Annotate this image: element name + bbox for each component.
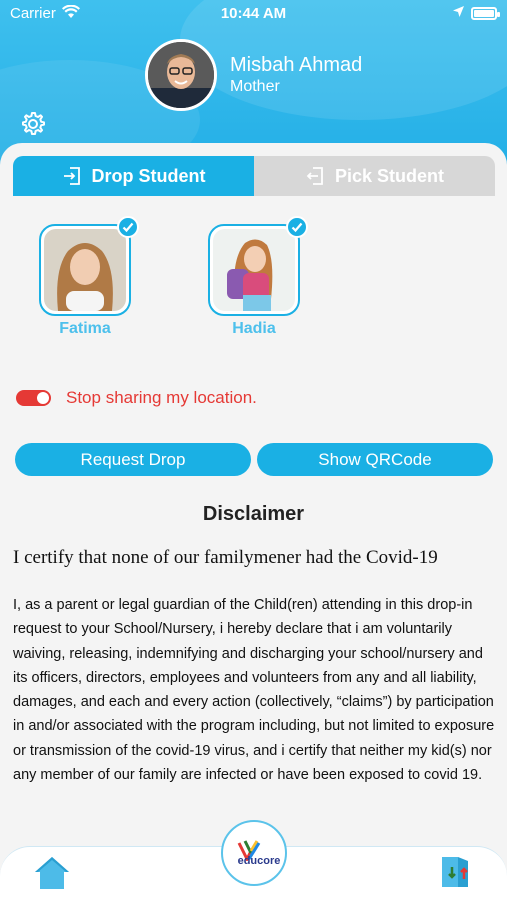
mode-tabs: Drop Student Pick Student <box>13 156 495 196</box>
home-icon[interactable] <box>33 855 71 891</box>
location-sharing-label: Stop sharing my location. <box>66 388 257 407</box>
logout-icon <box>306 167 323 185</box>
disclaimer-body: I, as a parent or legal guardian of the … <box>13 597 495 784</box>
checkmark-icon <box>117 216 139 238</box>
student-photo <box>208 216 308 316</box>
exit-door-icon[interactable] <box>438 853 474 889</box>
educore-logo[interactable]: educore <box>221 820 287 886</box>
logo-text: educore <box>237 855 281 867</box>
gear-icon[interactable] <box>19 110 47 138</box>
request-drop-button[interactable]: Request Drop <box>15 443 251 476</box>
battery-icon <box>471 7 500 20</box>
disclaimer-title: Disclaimer <box>202 503 305 525</box>
show-qrcode-button[interactable]: Show QRCode <box>257 443 493 476</box>
location-arrow-icon <box>452 5 465 22</box>
checkmark-icon <box>286 216 308 238</box>
login-icon <box>63 167 80 185</box>
avatar[interactable] <box>145 39 217 111</box>
location-sharing-toggle[interactable] <box>16 390 51 406</box>
tab-label: Drop Student <box>91 165 206 186</box>
status-bar: Carrier 10:44 AM <box>0 0 507 28</box>
tab-pick-student[interactable]: Pick Student <box>254 156 495 196</box>
tab-label: Pick Student <box>334 165 445 186</box>
student-card-fatima[interactable]: Fatima <box>39 216 139 338</box>
tab-drop-student[interactable]: Drop Student <box>13 156 254 196</box>
clock: 10:44 AM <box>220 5 287 22</box>
student-name: Fatima <box>59 320 111 337</box>
profile-name: Misbah Ahmad <box>230 54 363 76</box>
student-card-hadia[interactable]: Hadia <box>208 216 308 338</box>
disclaimer-subtitle: I certify that none of our familymener h… <box>13 547 438 568</box>
student-name: Hadia <box>232 320 276 337</box>
profile-role: Mother <box>230 78 280 95</box>
student-photo <box>39 216 139 316</box>
